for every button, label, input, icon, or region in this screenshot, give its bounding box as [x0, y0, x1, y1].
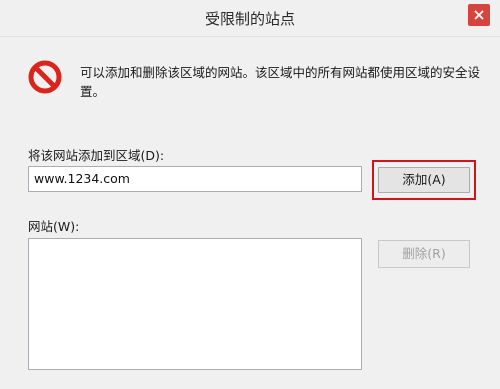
sites-list-label: 网站(W): — [28, 219, 80, 234]
sites-list[interactable] — [28, 238, 362, 370]
close-icon — [474, 10, 484, 20]
window-title: 受限制的站点 — [204, 10, 295, 28]
add-site-label: 将该网站添加到区域(D): — [28, 148, 165, 163]
restricted-no-entry-icon — [28, 60, 62, 94]
add-button[interactable]: 添加(A) — [378, 167, 470, 193]
info-section: 可以添加和删除该区域的网站。该区域中的所有网站都使用区域的安全设置。 — [28, 60, 488, 100]
remove-button[interactable]: 删除(R) — [378, 240, 470, 268]
site-url-input[interactable]: www.1234.com — [28, 166, 362, 192]
title-bar: 受限制的站点 — [0, 0, 500, 37]
close-button[interactable] — [468, 4, 490, 26]
info-message: 可以添加和删除该区域的网站。该区域中的所有网站都使用区域的安全设置。 — [80, 65, 481, 99]
